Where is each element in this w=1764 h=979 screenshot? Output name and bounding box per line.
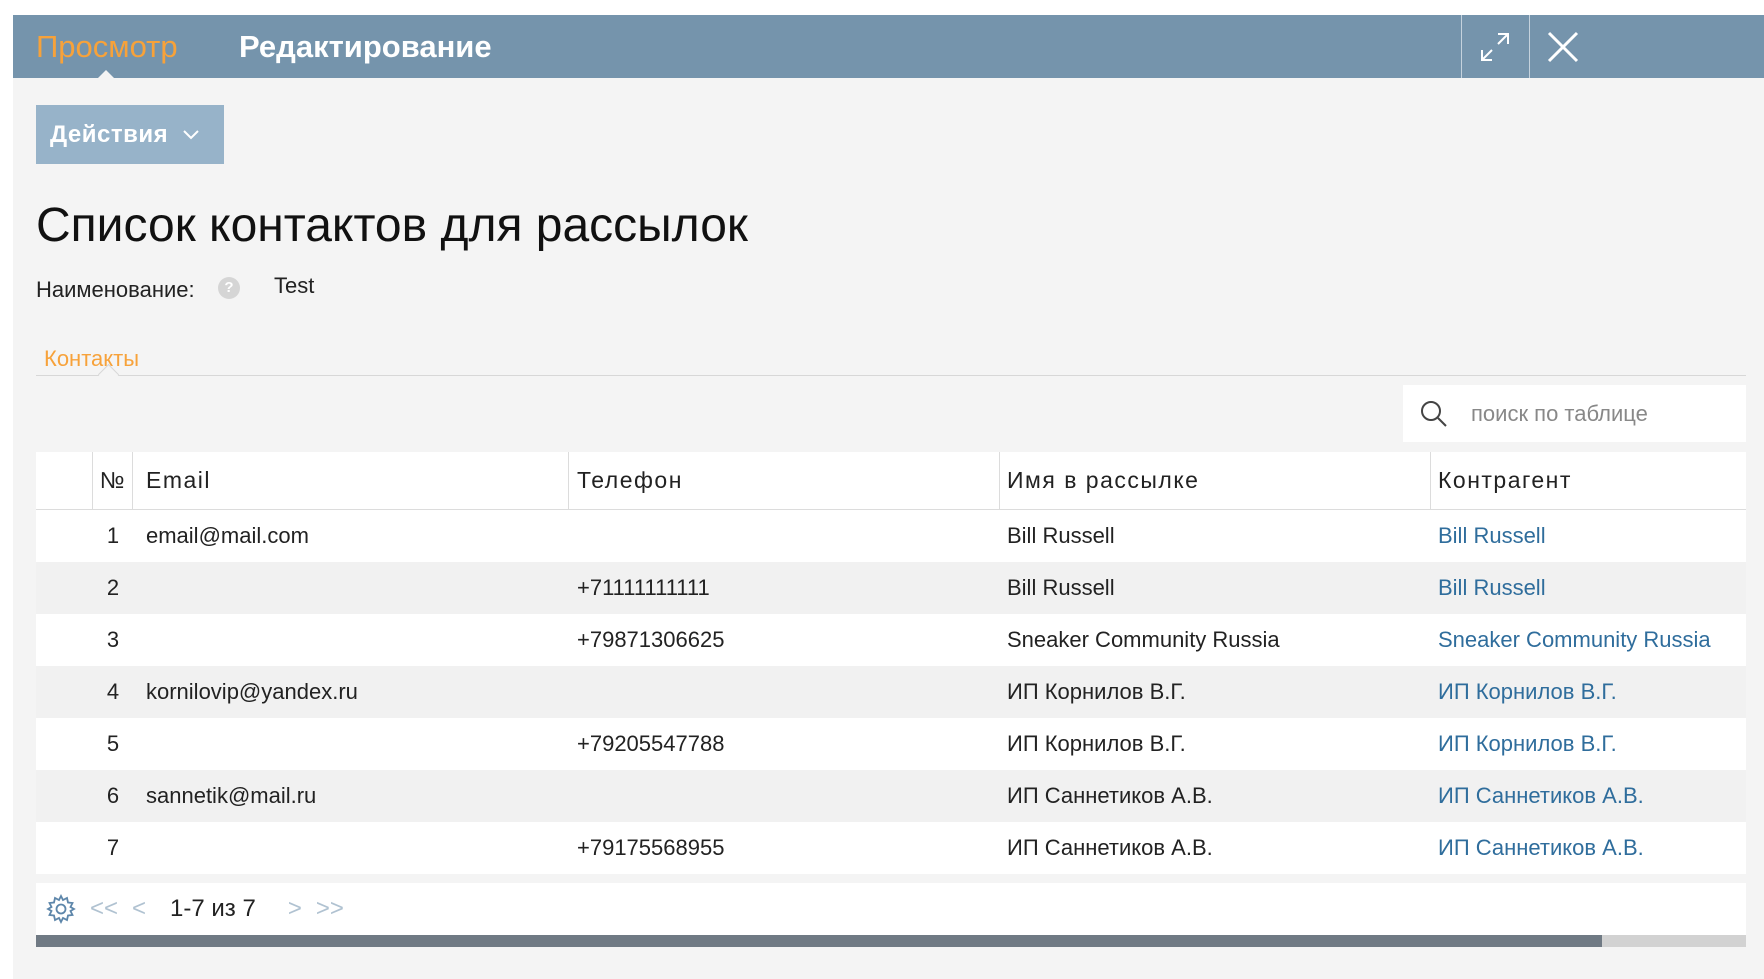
email-cell: kornilovip@yandex.ru — [146, 679, 358, 704]
email-cell — [142, 614, 566, 666]
close-button[interactable] — [1530, 15, 1764, 78]
gear-icon[interactable] — [46, 894, 76, 924]
expand-button[interactable] — [1462, 15, 1528, 78]
table-search[interactable] — [1403, 385, 1746, 442]
counterparty-link[interactable]: Sneaker Community Russia — [1434, 614, 1750, 666]
table-row[interactable]: 2 +71111111111 Bill Russell Bill Russell — [36, 562, 1746, 614]
mailing-name-cell: Sneaker Community Russia — [1007, 627, 1280, 652]
table-row[interactable]: 5 +79205547788 ИП Корнилов В.Г. ИП Корнилов… — [36, 718, 1746, 770]
chevron-down-icon — [183, 129, 199, 139]
column-header-phone[interactable]: Телефон — [573, 452, 997, 509]
actions-label: Действия — [50, 120, 169, 148]
help-icon[interactable]: ? — [218, 277, 240, 299]
name-field-value: Test — [274, 273, 315, 298]
column-divider — [999, 452, 1000, 509]
column-header-num[interactable]: № — [93, 452, 133, 509]
row-number: 7 — [106, 835, 120, 860]
phone-cell: +79175568955 — [577, 835, 725, 860]
search-input[interactable] — [1469, 399, 1713, 428]
page-info: 1-7 из 7 — [170, 895, 256, 922]
mailing-name-cell: ИП Саннетиков А.В. — [1007, 835, 1213, 860]
table-header-row: № Email Телефон Имя в рассылке Контраген… — [36, 452, 1746, 510]
column-header-email[interactable]: Email — [142, 452, 566, 509]
column-header-mailing-name[interactable]: Имя в рассылке — [1003, 452, 1427, 509]
row-number: 2 — [106, 575, 120, 600]
name-field-label: Наименование: — [36, 277, 195, 302]
counterparty-link[interactable]: ИП Саннетиков А.В. — [1434, 770, 1750, 822]
scrollbar-thumb[interactable] — [36, 935, 1603, 947]
column-divider — [568, 452, 569, 509]
mailing-name-cell: ИП Корнилов В.Г. — [1007, 731, 1186, 756]
table-row[interactable]: 6 sannetik@mail.ru ИП Саннетиков А.В. ИП Са… — [36, 770, 1746, 822]
mailing-name-cell: ИП Корнилов В.Г. — [1007, 679, 1186, 704]
row-number: 3 — [106, 627, 120, 652]
phone-cell: +71111111111 — [577, 575, 710, 600]
row-number: 4 — [106, 679, 120, 704]
table-row[interactable]: 1 email@mail.com Bill Russell Bill Russell — [36, 510, 1746, 562]
column-header-counterparty[interactable]: Контрагент — [1434, 452, 1750, 509]
last-page-button[interactable]: >> — [316, 895, 344, 923]
expand-icon — [1481, 32, 1509, 61]
email-cell — [142, 822, 566, 874]
dialog-window: Просмотр Редактирование Действия Список … — [13, 15, 1764, 979]
top-bar: Просмотр Редактирование — [13, 15, 1764, 79]
tab-view[interactable]: Просмотр — [36, 15, 178, 78]
subtab-divider — [36, 375, 1746, 376]
table-row[interactable]: 4 kornilovip@yandex.ru ИП Корнилов В.Г. ИП … — [36, 666, 1746, 718]
page-title: Список контактов для рассылок — [36, 199, 748, 252]
tab-edit[interactable]: Редактирование — [239, 15, 492, 78]
email-cell: email@mail.com — [146, 523, 309, 548]
close-icon — [1547, 31, 1579, 62]
counterparty-link[interactable]: ИП Корнилов В.Г. — [1434, 718, 1750, 770]
phone-cell: +79205547788 — [577, 731, 725, 756]
column-divider — [1430, 452, 1431, 509]
row-number: 6 — [106, 783, 120, 808]
row-number: 5 — [106, 731, 120, 756]
email-cell: sannetik@mail.ru — [146, 783, 317, 808]
table-row[interactable]: 7 +79175568955 ИП Саннетиков А.В. ИП Саннет… — [36, 822, 1746, 874]
first-page-button[interactable]: << — [90, 895, 118, 923]
counterparty-link[interactable]: Bill Russell — [1434, 510, 1750, 562]
active-tab-indicator — [97, 70, 115, 79]
email-cell — [142, 718, 566, 770]
mailing-name-cell: ИП Саннетиков А.В. — [1007, 783, 1213, 808]
counterparty-link[interactable]: ИП Корнилов В.Г. — [1434, 666, 1750, 718]
contacts-table: № Email Телефон Имя в рассылке Контраген… — [36, 452, 1746, 874]
mailing-name-cell: Bill Russell — [1007, 523, 1115, 548]
search-icon — [1421, 400, 1447, 427]
row-number: 1 — [106, 523, 120, 548]
tab-contacts[interactable]: Контакты — [44, 346, 139, 372]
next-page-button[interactable]: > — [288, 895, 302, 923]
counterparty-link[interactable]: ИП Саннетиков А.В. — [1434, 822, 1750, 874]
actions-dropdown-button[interactable]: Действия — [36, 105, 224, 164]
table-row[interactable]: 3 +79871306625 Sneaker Community Russia Sne… — [36, 614, 1746, 666]
phone-cell: +79871306625 — [577, 627, 725, 652]
table-footer: << < 1-7 из 7 > >> — [36, 883, 1746, 935]
email-cell — [142, 562, 566, 614]
phone-cell — [573, 770, 997, 822]
phone-cell — [573, 510, 997, 562]
mailing-name-cell: Bill Russell — [1007, 575, 1115, 600]
phone-cell — [573, 666, 997, 718]
horizontal-scrollbar[interactable] — [36, 935, 1746, 947]
prev-page-button[interactable]: < — [132, 895, 146, 923]
counterparty-link[interactable]: Bill Russell — [1434, 562, 1750, 614]
